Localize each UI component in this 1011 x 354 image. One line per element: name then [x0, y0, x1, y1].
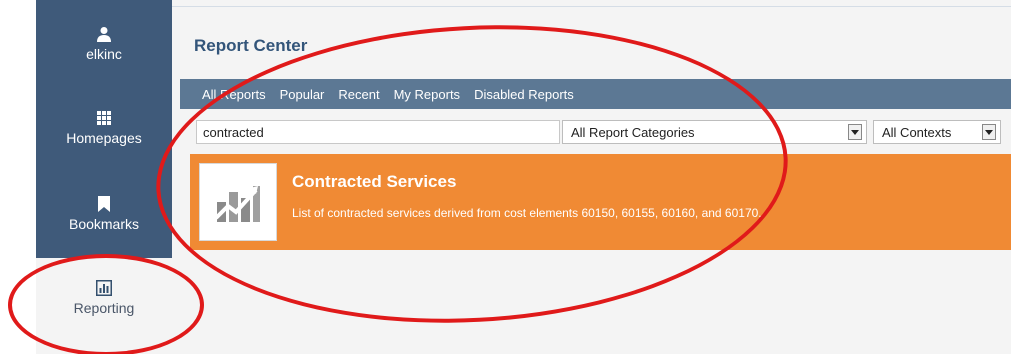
tab-all-reports[interactable]: All Reports [202, 87, 266, 102]
tab-my-reports[interactable]: My Reports [394, 87, 460, 102]
category-select[interactable]: All Report Categories [562, 120, 867, 144]
grid-icon [96, 110, 112, 126]
context-select[interactable]: All Contexts [873, 120, 1001, 144]
top-divider [172, 6, 1011, 7]
report-tabs: All Reports Popular Recent My Reports Di… [180, 79, 1011, 109]
sidebar-item-homepages[interactable]: Homepages [36, 110, 172, 146]
chevron-down-icon[interactable] [982, 124, 996, 140]
chevron-down-icon[interactable] [848, 124, 862, 140]
sidebar-item-label: Bookmarks [68, 216, 140, 232]
chart-thumbnail-icon [199, 163, 277, 241]
sidebar: elkinc Homepages Bookmarks Reporting [36, 0, 172, 354]
user-icon [96, 26, 112, 42]
main-content: Report Center All Reports Popular Recent… [172, 0, 1011, 354]
sidebar-item-bookmarks[interactable]: Bookmarks [36, 196, 172, 232]
category-select-value: All Report Categories [571, 124, 695, 140]
report-description: List of contracted services derived from… [292, 206, 762, 220]
sidebar-item-label: Reporting [73, 300, 135, 316]
sidebar-item-label: Homepages [66, 130, 142, 146]
sidebar-item-reporting[interactable]: Reporting [36, 280, 172, 316]
report-search-input[interactable] [196, 120, 560, 144]
report-title[interactable]: Contracted Services [292, 172, 456, 192]
page-title: Report Center [194, 36, 308, 55]
bar-chart-icon [96, 280, 112, 296]
context-select-value: All Contexts [882, 124, 952, 140]
tab-popular[interactable]: Popular [280, 87, 325, 102]
report-card[interactable]: Contracted Services List of contracted s… [190, 154, 1011, 250]
tab-recent[interactable]: Recent [338, 87, 379, 102]
tab-disabled-reports[interactable]: Disabled Reports [474, 87, 574, 102]
bookmark-icon [96, 196, 112, 212]
left-strip [0, 0, 36, 354]
sidebar-item-label: elkinc [86, 46, 122, 62]
sidebar-item-user[interactable]: elkinc [36, 26, 172, 62]
